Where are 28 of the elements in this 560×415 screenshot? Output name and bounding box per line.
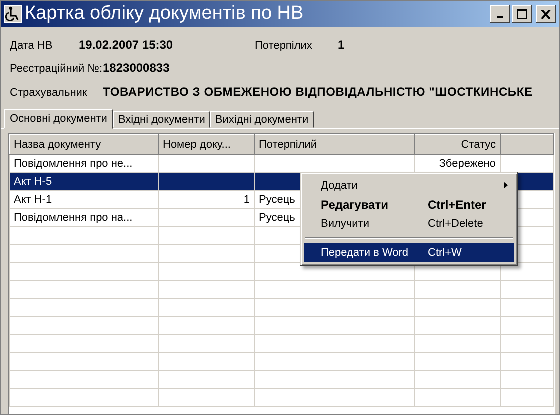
field-value: 1823000833 — [103, 61, 170, 76]
column-header[interactable]: Потерпілий — [254, 134, 414, 154]
field-label: Страхувальник — [10, 86, 88, 99]
tab[interactable]: Вихідні документи — [210, 111, 314, 128]
minimize-button[interactable] — [490, 5, 510, 23]
field-label: Дата НВ — [10, 40, 54, 52]
field-value: 19.02.2007 15:30 — [79, 38, 174, 52]
field-label: Реєстраційний №: — [10, 63, 103, 76]
table-cell: Повідомлення про на... — [10, 208, 158, 226]
column-header[interactable]: Номер доку... — [158, 134, 254, 154]
wheelchair-icon — [4, 5, 22, 23]
table-cell: 1 — [158, 190, 254, 208]
field-value: 1 — [338, 38, 345, 52]
table-cell: Акт Н-5 — [10, 172, 158, 190]
window-title: Картка обліку документів по НВ — [25, 3, 305, 25]
field-label: Потерпілих — [255, 40, 314, 52]
menu-item[interactable]: Передати в Word Ctrl+W — [304, 243, 514, 262]
tab[interactable]: Основні документи — [4, 109, 114, 129]
close-icon — [541, 10, 551, 18]
maximize-icon — [517, 9, 527, 19]
maximize-button[interactable] — [512, 5, 532, 23]
column-header[interactable]: Назва документу — [10, 134, 158, 154]
field-value: ТОВАРИСТВО З ОБМЕЖЕНОЮ ВІДПОВІДАЛЬНІСТЮ "ШОСТКИНСЬКЕ — [103, 84, 533, 99]
close-button[interactable] — [536, 5, 556, 23]
table-cell: Акт Н-1 — [10, 190, 158, 208]
submenu-arrow-icon — [504, 182, 508, 189]
column-header[interactable]: Статус — [414, 134, 500, 154]
tab[interactable]: Вхідні документи — [113, 111, 210, 128]
